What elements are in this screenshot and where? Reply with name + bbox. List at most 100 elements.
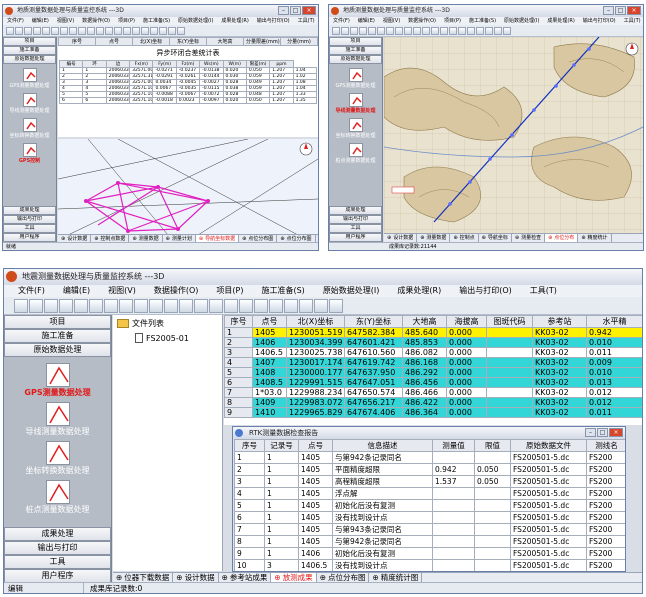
table-row[interactable]: 8 1409 1229983.072 647656.217 486.422 0.000 KK… xyxy=(224,397,642,408)
table-row[interactable]: 2 1406 1230034.399 647601.421 485.853 0.000 KK… xyxy=(224,337,642,348)
table-row[interactable]: 3 1 1405 高程精度超限 1.537 0.050 FS200501-5.dc FS200 xyxy=(234,475,625,488)
menu-item[interactable]: 项目(P) xyxy=(440,17,465,25)
sidebar-section[interactable]: 原始数据处理 xyxy=(4,343,111,357)
sidebar-section[interactable]: 施工准备 xyxy=(329,46,382,55)
menu-item[interactable]: 编辑(E) xyxy=(354,17,379,25)
menu-item[interactable]: 文件(F) xyxy=(14,285,49,297)
sidebar-tool[interactable]: GPS测量数据处理 xyxy=(4,361,111,400)
table-icon[interactable] xyxy=(78,26,86,35)
menu-item[interactable]: 工具(T) xyxy=(294,17,318,25)
sidebar-tool[interactable]: 导线测量数据处理 xyxy=(3,91,56,116)
zoom-in-icon[interactable] xyxy=(141,26,149,35)
close-button[interactable]: × xyxy=(627,6,641,15)
column-header[interactable]: 参考站 xyxy=(532,315,587,328)
column-header[interactable]: 大地高 xyxy=(402,315,447,328)
column-header[interactable]: 大地高 xyxy=(206,37,244,46)
copy-icon[interactable] xyxy=(96,26,104,35)
menu-item[interactable]: 文件(F) xyxy=(329,17,354,25)
sidebar-tool[interactable]: GPS测量数据处理 xyxy=(3,66,56,91)
redo-icon[interactable] xyxy=(123,26,131,35)
globe-icon[interactable] xyxy=(341,26,349,35)
zoom-out-icon[interactable] xyxy=(254,298,268,313)
menu-item[interactable]: 数据操作(O) xyxy=(404,17,440,25)
sidebar-section[interactable]: 输出与打印 xyxy=(4,541,111,555)
redo-icon[interactable] xyxy=(209,298,223,313)
sidebar-section[interactable]: 用户程序 xyxy=(3,233,56,242)
globe-icon[interactable] xyxy=(29,298,43,313)
undo-icon[interactable] xyxy=(440,26,448,35)
zoom-out-icon[interactable] xyxy=(150,26,158,35)
column-header[interactable]: 测线名 xyxy=(586,439,625,452)
zoom-extent-icon[interactable] xyxy=(284,298,298,313)
sidebar-section[interactable]: 成果处理 xyxy=(4,527,111,541)
menu-item[interactable]: 输出与打印(O) xyxy=(455,285,516,297)
cut-icon[interactable] xyxy=(149,298,163,313)
menu-item[interactable]: 成果处理(R) xyxy=(393,285,445,297)
dialog-minimize-button[interactable]: – xyxy=(585,428,596,437)
sidebar-tool[interactable]: 桩点测量数据处理 xyxy=(4,478,111,517)
table-icon[interactable] xyxy=(404,26,412,35)
column-header[interactable]: 序号 xyxy=(234,439,265,452)
dialog-close-button[interactable]: × xyxy=(609,428,623,437)
table-row[interactable]: 10 3 1406.5 没有找到设计点 FS200501-5.dc FS200 xyxy=(234,559,625,571)
sidebar-section[interactable]: 工具 xyxy=(329,224,382,233)
import-icon[interactable] xyxy=(104,298,118,313)
print-icon[interactable] xyxy=(377,26,385,35)
menu-item[interactable]: 项目(P) xyxy=(212,285,247,297)
table-row[interactable]: 9 1410 1229965.829 647674.406 486.364 0.000 KK… xyxy=(224,407,642,418)
menu-item[interactable]: 数据操作(O) xyxy=(150,285,203,297)
menu-item[interactable]: 文件(F) xyxy=(3,17,28,25)
menu-item[interactable]: 编辑(E) xyxy=(59,285,94,297)
globe-icon[interactable] xyxy=(15,26,23,35)
column-header[interactable]: 图斑代码 xyxy=(486,315,533,328)
new-icon[interactable] xyxy=(24,26,32,35)
cut-icon[interactable] xyxy=(87,26,95,35)
copy-icon[interactable] xyxy=(422,26,430,35)
new-icon[interactable] xyxy=(44,298,58,313)
paste-icon[interactable] xyxy=(105,26,113,35)
tab[interactable]: ⊕ 测量数据 xyxy=(417,234,451,242)
sidebar-section[interactable]: 项目 xyxy=(3,37,56,46)
table-row[interactable]: 7 1 1405 与第943条记录同名 FS200501-5.dc FS200 xyxy=(234,523,625,536)
sidebar-tool[interactable]: 导线测量数据处理 xyxy=(4,400,111,439)
column-header[interactable]: 海拔高 xyxy=(446,315,487,328)
menu-item[interactable]: 输出与打印(O) xyxy=(253,17,294,25)
paste-icon[interactable] xyxy=(179,298,193,313)
gps-network-svg[interactable] xyxy=(58,139,318,235)
export-icon[interactable] xyxy=(119,298,133,313)
zoom-extent-icon[interactable] xyxy=(494,26,502,35)
menu-item[interactable]: 视图(V) xyxy=(104,285,140,297)
maximize-button[interactable]: □ xyxy=(290,6,301,15)
menu-item[interactable]: 施工准备(S) xyxy=(465,17,500,25)
pan-icon[interactable] xyxy=(485,26,493,35)
column-header[interactable]: 限值 xyxy=(474,439,511,452)
menu-item[interactable]: 成果处理(R) xyxy=(543,17,578,25)
table-row[interactable]: 3 1406.5 1230025.738 647610.560 486.082 0.000… xyxy=(224,347,642,358)
column-header[interactable]: 东(Y)坐标 xyxy=(344,315,403,328)
sidebar-section[interactable]: 项目 xyxy=(329,37,382,46)
column-header[interactable]: 原始数据文件 xyxy=(510,439,587,452)
minimize-button[interactable]: – xyxy=(603,6,614,15)
tree-item[interactable]: FS2005-01 xyxy=(113,332,222,344)
sidebar-section[interactable]: 施工准备 xyxy=(4,329,111,343)
undo-icon[interactable] xyxy=(114,26,122,35)
sidebar-tool[interactable]: 坐标转换数据处理 xyxy=(329,116,382,141)
table-row[interactable]: 5 1408 1230000.177 647637.950 486.292 0.000 KK… xyxy=(224,367,642,378)
maximize-button[interactable]: □ xyxy=(615,6,626,15)
paste-icon[interactable] xyxy=(431,26,439,35)
table-row[interactable]: 9 1 1406 初始化后没有复测 FS200501-5.dc FS200 xyxy=(234,547,625,560)
export-icon[interactable] xyxy=(395,26,403,35)
zoom-extent-icon[interactable] xyxy=(168,26,176,35)
grid-icon[interactable] xyxy=(14,298,28,313)
print-icon[interactable] xyxy=(51,26,59,35)
network-plot[interactable] xyxy=(58,139,318,235)
table-icon[interactable] xyxy=(134,298,148,313)
sidebar-tool[interactable]: 导线测量数据处理 xyxy=(329,91,382,116)
open-icon[interactable] xyxy=(59,298,73,313)
menu-item[interactable]: 数据操作(O) xyxy=(78,17,114,25)
sidebar-section[interactable]: 成果处理 xyxy=(3,206,56,215)
zoom-window-icon[interactable] xyxy=(299,298,313,313)
zoom-window-icon[interactable] xyxy=(503,26,511,35)
table-row[interactable]: 6 1 1405 没有找到设计点 FS200501-5.dc FS200 xyxy=(234,511,625,524)
sidebar-section[interactable]: 成果处理 xyxy=(329,206,382,215)
